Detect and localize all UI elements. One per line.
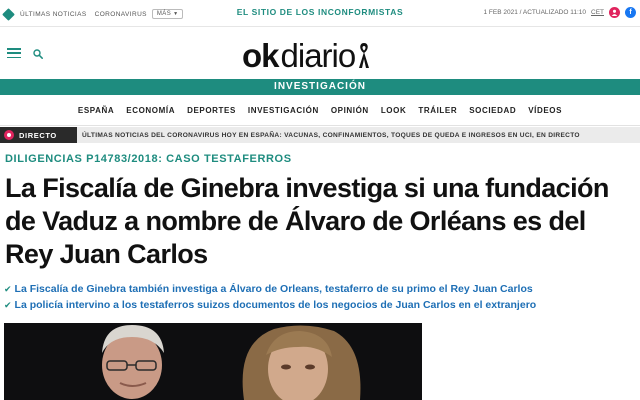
site-header: ok diario: [0, 27, 640, 79]
check-icon: ✔: [4, 300, 12, 310]
timezone-label: CET: [591, 9, 604, 16]
facebook-icon[interactable]: f: [625, 7, 636, 18]
nav-item-deportes[interactable]: DEPORTES: [181, 95, 242, 126]
mourning-ribbon-icon: [359, 43, 370, 68]
top-link-ultimas-noticias[interactable]: ÚLTIMAS NOTICIAS: [20, 11, 87, 18]
brand-diamond-icon: [2, 7, 15, 21]
nav-item-opinion[interactable]: OPINIÓN: [325, 95, 375, 126]
top-utility-bar: ÚLTIMAS NOTICIAS CORONAVIRUS MÁS ▼ EL SI…: [0, 0, 640, 27]
more-label: MÁS: [156, 11, 172, 17]
article-kicker: DILIGENCIAS P14783/2018: CASO TESTAFERRO…: [5, 153, 292, 165]
related-links: ✔ La Fiscalía de Ginebra también investi…: [4, 281, 624, 313]
top-links: ÚLTIMAS NOTICIAS CORONAVIRUS MÁS ▼: [2, 7, 184, 21]
nav-item-economia[interactable]: ECONOMÍA: [120, 95, 181, 126]
logo-diario: diario: [280, 36, 357, 74]
main-nav: ESPAÑA ECONOMÍA DEPORTES INVESTIGACIÓN O…: [0, 95, 640, 126]
top-link-coronavirus[interactable]: CORONAVIRUS: [95, 11, 147, 18]
site-logo[interactable]: ok diario: [242, 37, 370, 73]
date-area: 1 FEB 2021 / ACTUALIZADO 11:10 CET f: [484, 7, 636, 18]
live-strip[interactable]: DIRECTO ÚLTIMAS NOTICIAS DEL CORONAVIRUS…: [0, 127, 640, 143]
related-link-text[interactable]: La policía intervino a los testaferros s…: [15, 297, 537, 313]
related-link[interactable]: ✔ La policía intervino a los testaferros…: [4, 297, 624, 313]
nav-item-sociedad[interactable]: SOCIEDAD: [463, 95, 522, 126]
search-icon[interactable]: [33, 49, 43, 59]
logo-ok: ok: [242, 36, 280, 74]
nav-item-trailer[interactable]: TRÁILER: [412, 95, 463, 126]
article-photo-illustration: [4, 323, 422, 400]
live-headline[interactable]: ÚLTIMAS NOTICIAS DEL CORONAVIRUS HOY EN …: [77, 132, 580, 139]
nav-item-espana[interactable]: ESPAÑA: [72, 95, 120, 126]
nav-item-look[interactable]: LOOK: [375, 95, 413, 126]
article-photo: [4, 323, 422, 400]
account-icon[interactable]: [609, 7, 620, 18]
live-icon: [4, 130, 14, 140]
more-dropdown[interactable]: MÁS ▼: [151, 9, 184, 19]
related-link-text[interactable]: La Fiscalía de Ginebra también investiga…: [15, 281, 533, 297]
section-banner[interactable]: INVESTIGACIÓN: [0, 79, 640, 95]
related-link[interactable]: ✔ La Fiscalía de Ginebra también investi…: [4, 281, 624, 297]
update-date: 1 FEB 2021 / ACTUALIZADO 11:10: [483, 9, 586, 16]
check-icon: ✔: [4, 284, 12, 294]
live-label: DIRECTO: [19, 130, 57, 140]
chevron-down-icon: ▼: [173, 11, 179, 17]
nav-item-videos[interactable]: VÍDEOS: [522, 95, 568, 126]
nav-item-investigacion[interactable]: INVESTIGACIÓN: [242, 95, 325, 126]
hamburger-menu-icon[interactable]: [7, 48, 21, 58]
article-title: La Fiscalía de Ginebra investiga si una …: [5, 173, 609, 269]
live-badge: DIRECTO: [0, 127, 77, 143]
